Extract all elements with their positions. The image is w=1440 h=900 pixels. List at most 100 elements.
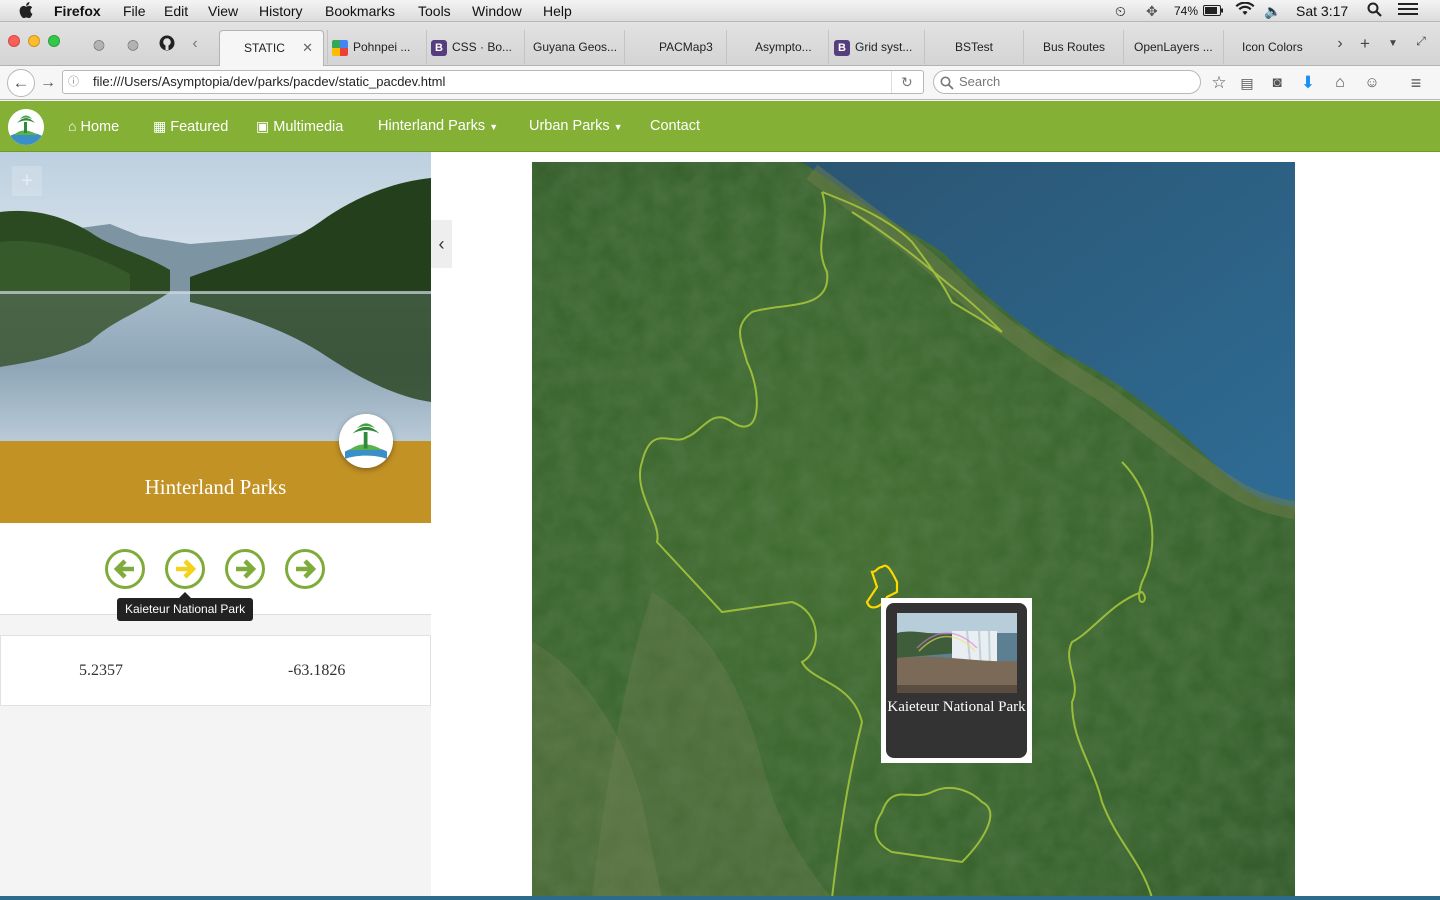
menu-window[interactable]: Window <box>472 2 522 20</box>
menu-tools[interactable]: Tools <box>418 2 451 20</box>
site-info-icon[interactable]: ⓘ <box>68 71 79 93</box>
kaieteur-falls-thumbnail[interactable] <box>896 613 1017 693</box>
nav-multimedia[interactable]: ▣ Multimedia <box>256 117 343 136</box>
nav-featured[interactable]: ▦ Featured <box>153 117 228 136</box>
tab-static[interactable]: STATIC ✕ <box>219 30 324 66</box>
bookmark-star-icon[interactable]: ☆ <box>1207 71 1231 95</box>
window-close-button[interactable] <box>8 35 20 47</box>
arrow-right-icon <box>236 559 257 579</box>
back-icon[interactable]: ← <box>7 69 35 97</box>
tab-bstest[interactable]: BSTest <box>924 30 1021 64</box>
arrow-right-icon <box>176 559 197 579</box>
window-zoom-button[interactable] <box>48 35 60 47</box>
forward-park-button[interactable] <box>225 549 265 589</box>
collapse-panel-button[interactable]: ‹ <box>431 220 452 268</box>
nav-featured-label: Featured <box>170 119 229 135</box>
close-tab-icon[interactable]: ✕ <box>302 31 313 65</box>
menu-file[interactable]: File <box>123 2 146 20</box>
panel-logo <box>339 414 393 468</box>
time-machine-icon[interactable]: ⏲ <box>1115 2 1126 20</box>
tab-label: Pohnpei ... <box>353 40 411 54</box>
caret-down-icon: ▼ <box>613 122 623 132</box>
apple-icon[interactable] <box>19 2 33 22</box>
satellite-map[interactable] <box>532 162 1295 898</box>
notification-center-icon[interactable] <box>1398 2 1418 20</box>
hero-lake-image: + <box>0 152 431 441</box>
pocket-icon[interactable]: ◙ <box>1265 71 1289 95</box>
tab-bus-routes[interactable]: Bus Routes <box>1023 30 1121 64</box>
search-field[interactable]: Search <box>933 70 1201 94</box>
tab-label: CSS · Bo... <box>452 40 513 54</box>
nav-urban-parks-dropdown[interactable]: Urban Parks ▼ <box>529 117 623 136</box>
volume-icon[interactable]: 🔈 <box>1264 2 1281 20</box>
home-icon[interactable]: ⌂ <box>1328 71 1352 95</box>
zoom-in-icon[interactable]: + <box>12 166 42 196</box>
tab-openlayers[interactable]: OpenLayers ... <box>1123 30 1221 64</box>
spotlight-search-icon[interactable] <box>1367 2 1382 21</box>
park-popup[interactable]: Kaieteur National Park <box>881 598 1032 763</box>
menubar-app-name[interactable]: Firefox <box>54 2 101 20</box>
tab-pacmap3[interactable]: PACMap3 <box>624 30 724 64</box>
browser-navbar: ← → ⓘ file:///Users/Asymptopia/dev/parks… <box>0 66 1440 100</box>
map-area[interactable]: ‹ Kaieteur National Park <box>431 152 1440 900</box>
tab-guyana-geos[interactable]: Guyana Geos... <box>524 30 622 64</box>
tab-pohnpei[interactable]: Pohnpei ... <box>327 30 423 64</box>
tab-label: OpenLayers ... <box>1134 40 1213 54</box>
network-icon[interactable]: ✥ <box>1146 2 1158 20</box>
hello-icon[interactable]: ☺ <box>1360 71 1384 95</box>
tab-label: Guyana Geos... <box>533 40 618 54</box>
pinned-tab-globe-icon[interactable]: ◍ <box>124 35 142 53</box>
wifi-icon[interactable] <box>1235 1 1255 20</box>
park-tooltip: Kaieteur National Park <box>117 598 254 621</box>
tab-grid-system[interactable]: B Grid syst... <box>828 30 922 64</box>
previous-park-button[interactable] <box>105 549 145 589</box>
nav-contact[interactable]: Contact <box>650 117 700 135</box>
longitude-value: -63.1826 <box>288 662 346 679</box>
menu-view[interactable]: View <box>208 2 238 20</box>
menu-edit[interactable]: Edit <box>164 2 188 20</box>
tab-label: Grid syst... <box>855 40 913 54</box>
downloads-icon[interactable]: ⬇ <box>1296 71 1320 95</box>
tab-asymptopia[interactable]: Asympto... <box>726 30 826 64</box>
reload-icon[interactable]: ↻ <box>901 71 913 93</box>
url-text[interactable]: file:///Users/Asymptopia/dev/parks/pacde… <box>93 71 445 93</box>
popup-park-title: Kaieteur National Park <box>887 699 1026 715</box>
nav-home-label: Home <box>80 119 120 135</box>
nav-hinterland-parks-dropdown[interactable]: Hinterland Parks ▼ <box>378 117 498 136</box>
bottom-edge <box>0 896 1440 900</box>
tabs-scroll-left-icon[interactable]: ‹ <box>186 35 204 53</box>
hamburger-menu-icon[interactable]: ≡ <box>1404 71 1428 95</box>
last-park-button[interactable] <box>285 549 325 589</box>
panel-title: Hinterland Parks <box>144 475 287 499</box>
next-park-button-active[interactable] <box>165 549 205 589</box>
browser-tabbar: ◍ ◍ ‹ STATIC ✕ Pohnpei ... B CSS · Bo... … <box>0 22 1440 66</box>
picture-icon: ▣ <box>256 118 270 134</box>
pinned-tab-github-icon[interactable] <box>158 35 176 53</box>
battery-icon[interactable] <box>1203 2 1223 20</box>
arrow-left-icon <box>113 559 134 579</box>
fullscreen-icon[interactable]: ⤢ <box>1412 32 1430 50</box>
film-icon: ▦ <box>153 118 167 134</box>
pinned-tab-globe-icon[interactable]: ◍ <box>90 35 108 53</box>
bookmarks-menu-icon[interactable]: ▤ <box>1235 71 1259 95</box>
site-logo[interactable] <box>8 109 44 145</box>
tab-icon-colors[interactable]: Icon Colors <box>1223 30 1323 64</box>
new-tab-icon[interactable]: + <box>1356 35 1374 53</box>
list-all-tabs-icon[interactable]: ▼ <box>1384 35 1402 53</box>
home-icon: ⌂ <box>68 118 77 134</box>
nav-home[interactable]: ⌂ Home <box>68 117 119 136</box>
menu-help[interactable]: Help <box>543 2 572 20</box>
tab-label: Icon Colors <box>1242 40 1303 54</box>
menubar-clock[interactable]: Sat 3:17 <box>1296 2 1348 20</box>
url-bar[interactable]: ⓘ file:///Users/Asymptopia/dev/parks/pac… <box>62 70 924 94</box>
tabs-scroll-right-icon[interactable]: › <box>1331 35 1349 53</box>
tab-css-bootstrap[interactable]: B CSS · Bo... <box>426 30 522 64</box>
forward-icon[interactable]: → <box>36 71 60 95</box>
left-panel: + Hinterland Parks Kaieteur National Par… <box>0 152 431 900</box>
tab-label: PACMap3 <box>659 40 713 54</box>
menu-history[interactable]: History <box>259 2 303 20</box>
site-navbar: ⌂ Home ▦ Featured ▣ Multimedia Hinterland P… <box>0 101 1440 152</box>
nav-multimedia-label: Multimedia <box>273 119 344 135</box>
window-minimize-button[interactable] <box>28 35 40 47</box>
menu-bookmarks[interactable]: Bookmarks <box>325 2 395 20</box>
